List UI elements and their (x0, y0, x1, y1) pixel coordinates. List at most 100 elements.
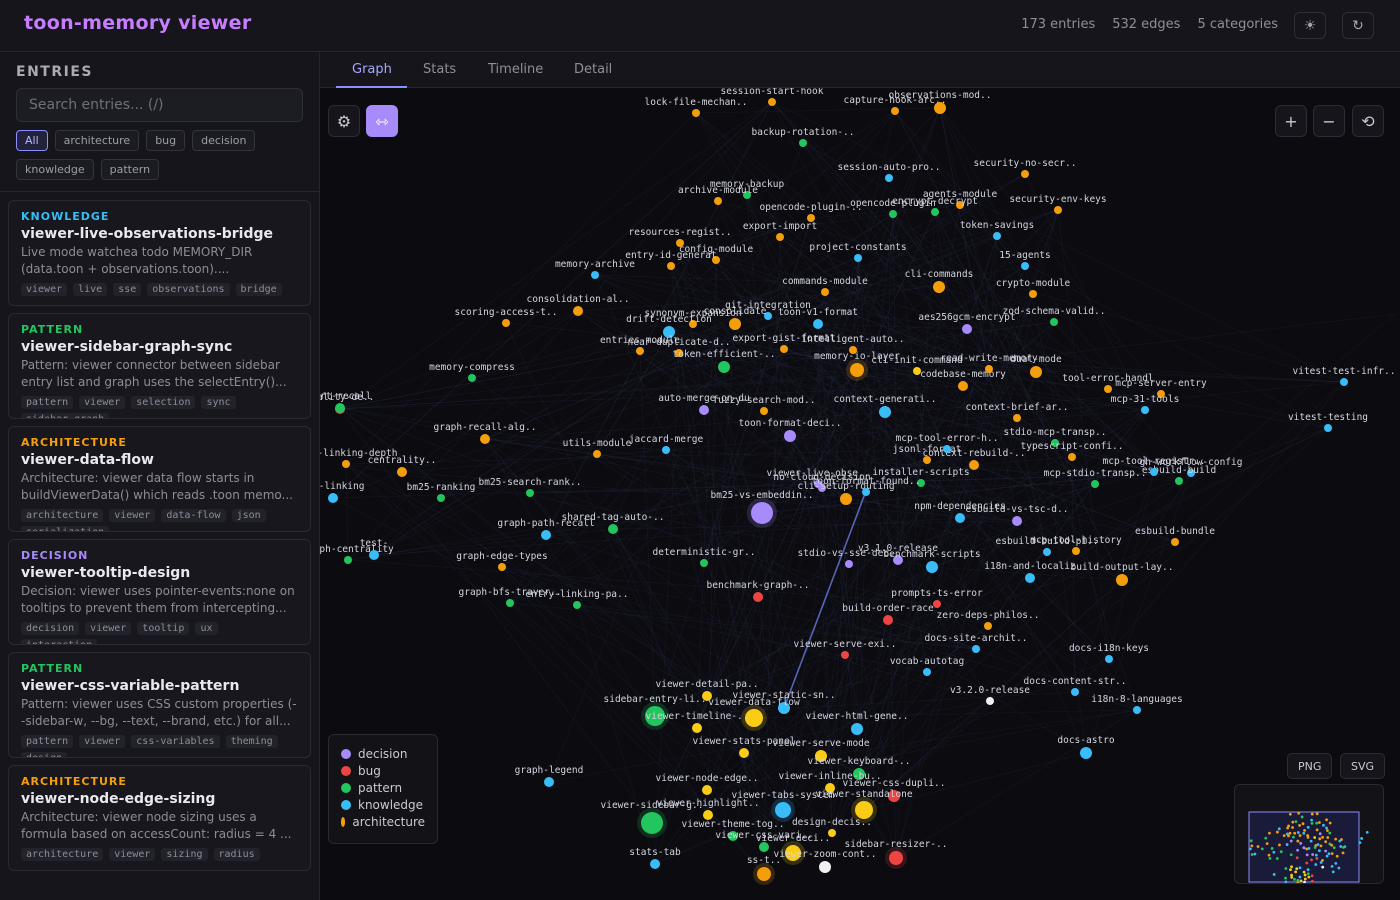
node-circle[interactable] (862, 488, 870, 496)
export-svg-button[interactable]: SVG (1340, 753, 1386, 779)
node-circle[interactable] (1080, 747, 1092, 759)
graph-node[interactable]: docs-content-str.. (1024, 676, 1127, 696)
graph-node[interactable]: build-order-race (842, 603, 934, 625)
node-circle[interactable] (841, 651, 849, 659)
graph-node[interactable]: docs-site-archit.. (925, 633, 1028, 653)
entry-tag[interactable]: selection (131, 396, 196, 409)
graph-node[interactable]: build-output-lay.. (1071, 562, 1174, 586)
filter-decision[interactable]: decision (192, 130, 256, 151)
node-circle[interactable] (480, 434, 490, 444)
graph-node[interactable]: vitest-test-infr.. (1293, 366, 1396, 386)
graph-node[interactable]: mcp-31-tools (1111, 394, 1180, 414)
node-circle[interactable] (1029, 290, 1037, 298)
node-circle[interactable] (850, 363, 864, 377)
node-circle[interactable] (1105, 655, 1113, 663)
node-circle[interactable] (702, 785, 712, 795)
node-circle[interactable] (819, 861, 831, 873)
graph-node[interactable]: ss-t.. (747, 855, 781, 885)
node-circle[interactable] (813, 319, 823, 329)
node-circle[interactable] (933, 281, 945, 293)
graph-node[interactable]: jsonl-format (893, 444, 962, 464)
graph-svg[interactable]: session-start-hooklock-file-mechan.. capt… (320, 88, 1400, 900)
node-circle[interactable] (962, 324, 972, 334)
node-circle[interactable] (784, 430, 796, 442)
node-circle[interactable] (1013, 414, 1021, 422)
entry-tag[interactable]: live (73, 283, 108, 296)
graph-node[interactable]: mcp-stdio-transp.. (1044, 468, 1147, 488)
entry-tag[interactable]: architecture (21, 848, 104, 861)
entry-tag[interactable]: css-variables (131, 735, 220, 748)
graph-node[interactable]: backup-rotation-.. (752, 127, 855, 147)
layout-spread-button[interactable]: ⇿ (366, 105, 398, 137)
node-circle[interactable] (799, 139, 807, 147)
graph-node[interactable]: esbuild-build-pi.. (996, 536, 1099, 556)
graph-node[interactable]: export-import (743, 221, 817, 241)
node-circle[interactable] (1150, 468, 1158, 476)
graph-node[interactable]: entry-id-generat (625, 250, 717, 270)
node-circle[interactable] (1133, 706, 1141, 714)
entry-tag[interactable]: tooltip (137, 622, 190, 635)
entry-card[interactable]: KNOWLEDGE viewer-live-observations-bridge… (8, 200, 311, 306)
graph-node[interactable]: viewer-serve-exi.. (794, 639, 897, 659)
graph-node[interactable]: toon-format-found.. (812, 476, 921, 496)
entry-tag[interactable]: pattern (21, 735, 74, 748)
tab-detail[interactable]: Detail (574, 62, 612, 77)
entry-tag[interactable]: viewer (79, 396, 126, 409)
node-circle[interactable] (498, 563, 506, 571)
graph-canvas[interactable]: session-start-hook lock-file-mechan.. capt… (320, 88, 1400, 900)
graph-node[interactable]: opencode-plugin (850, 198, 936, 218)
node-circle[interactable] (437, 494, 445, 502)
graph-node[interactable]: lock-file-mechan.. (645, 97, 748, 117)
node-circle[interactable] (1030, 366, 1042, 378)
entry-tag[interactable]: observations (147, 283, 230, 296)
node-circle[interactable] (1116, 574, 1128, 586)
graph-node[interactable]: bm25-ranking (407, 482, 476, 502)
node-circle[interactable] (692, 109, 700, 117)
refresh-button[interactable]: ↻ (1342, 12, 1374, 39)
node-circle[interactable] (608, 524, 618, 534)
node-circle[interactable] (1072, 547, 1080, 555)
node-circle[interactable] (933, 600, 941, 608)
node-circle[interactable] (650, 859, 660, 869)
entry-card[interactable]: DECISION viewer-tooltip-design Decision: v… (8, 539, 311, 645)
node-circle[interactable] (699, 405, 709, 415)
node-circle[interactable] (344, 556, 352, 564)
entry-tag[interactable]: sizing (161, 848, 208, 861)
node-circle[interactable] (1071, 688, 1079, 696)
filter-bug[interactable]: bug (146, 130, 186, 151)
node-circle[interactable] (984, 622, 992, 630)
node-circle[interactable] (544, 777, 554, 787)
entry-tag[interactable]: radius (213, 848, 260, 861)
node-circle[interactable] (768, 98, 776, 106)
graph-node[interactable]: 15-agents (999, 250, 1051, 270)
entry-tag[interactable]: interaction (21, 639, 98, 644)
entry-tag[interactable]: architecture (21, 509, 104, 522)
entry-card[interactable]: ARCHITECTURE viewer-node-edge-sizing Archi… (8, 765, 311, 871)
entry-tag[interactable]: viewer (109, 848, 156, 861)
zoom-in-button[interactable]: + (1275, 105, 1307, 137)
graph-minimap[interactable] (1234, 784, 1384, 884)
entry-tag[interactable]: viewer (85, 622, 132, 635)
node-circle[interactable] (1021, 262, 1029, 270)
graph-node[interactable]: vocab-autotag (890, 656, 964, 676)
node-circle[interactable] (923, 456, 931, 464)
graph-node[interactable]: v3.2.0-release (950, 685, 1030, 705)
node-circle[interactable] (328, 493, 338, 503)
theme-toggle-button[interactable]: ☀ (1294, 12, 1326, 39)
graph-node[interactable]: esbuild-bundle (1135, 526, 1215, 546)
entry-tag[interactable]: serialization (21, 526, 110, 531)
search-input[interactable] (16, 88, 303, 122)
node-circle[interactable] (776, 233, 784, 241)
reset-view-button[interactable]: ⟲ (1352, 105, 1384, 137)
graph-node[interactable]: vitest-testing (1288, 412, 1368, 432)
node-circle[interactable] (506, 599, 514, 607)
minimap-svg[interactable] (1235, 785, 1384, 884)
node-circle[interactable] (1012, 516, 1022, 526)
graph-settings-button[interactable]: ⚙ (328, 105, 360, 137)
node-circle[interactable] (934, 102, 946, 114)
node-circle[interactable] (342, 460, 350, 468)
node-circle[interactable] (714, 197, 722, 205)
node-circle[interactable] (1324, 424, 1332, 432)
node-circle[interactable] (986, 697, 994, 705)
node-circle[interactable] (718, 361, 730, 373)
